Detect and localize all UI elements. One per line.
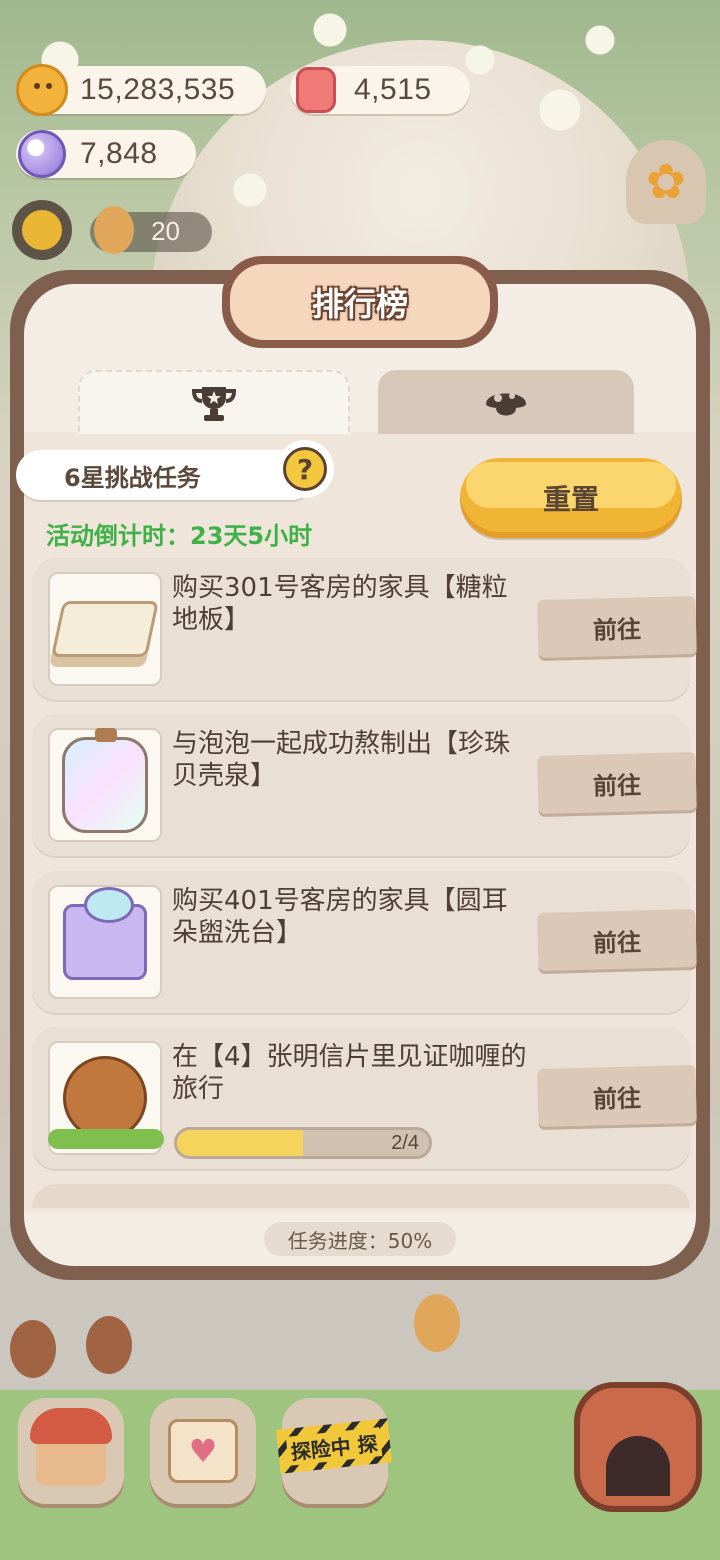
task-item: 在【4】张明信片里见证咖喱的旅行 2/4 前往 [32, 1027, 697, 1169]
task-item: 与泡泡一起成功熬制出【珍珠贝壳泉】 前往 [32, 714, 697, 856]
gear-icon[interactable]: ✿ [626, 140, 706, 224]
task-description: 购买301号客房的家具【糖粒地板】 [172, 573, 508, 635]
cookie-counter[interactable]: 20 [90, 206, 212, 254]
go-button-label: 前往 [592, 927, 642, 958]
gem-balance[interactable]: 4,515 [290, 66, 470, 114]
go-button[interactable]: 前往 [537, 908, 697, 972]
task-item: 购买301号客房的家具【糖粒地板】 前往 [32, 558, 697, 700]
curry-cookie-icon [48, 1041, 164, 1155]
go-button[interactable]: 前往 [537, 1064, 697, 1128]
task-item-partial [32, 1184, 690, 1208]
go-button-label: 前往 [592, 1083, 642, 1114]
panel-title-plate: 排行榜 [222, 256, 498, 348]
panel-title: 排行榜 [311, 285, 408, 323]
gingerbread-character [86, 1316, 132, 1374]
calendar-heart-icon: ♥ [168, 1419, 238, 1483]
overall-progress: 任务进度：50% [264, 1222, 456, 1256]
mushroom-house-icon [30, 1408, 112, 1486]
challenge-title: 6星挑战任务 [64, 463, 201, 492]
coin-amount: 15,283,535 [80, 73, 236, 106]
calendar-button[interactable]: ♥ [150, 1398, 256, 1504]
circus-tent-button[interactable] [574, 1382, 702, 1512]
pearl-shell-fountain-icon [48, 728, 162, 842]
question-icon: ? [283, 447, 327, 491]
mushroom-icon [486, 393, 526, 416]
challenge-label-box: 6星挑战任务 [16, 450, 316, 500]
tab-trophy[interactable] [78, 370, 350, 434]
gem-amount: 4,515 [354, 73, 432, 106]
reset-button[interactable]: 重置 [460, 458, 682, 538]
sun-icon[interactable] [12, 200, 72, 260]
go-button-label: 前往 [592, 614, 642, 645]
gingerbread-character [10, 1320, 56, 1378]
task-progress-fill [177, 1130, 303, 1156]
overall-progress-text: 任务进度：50% [287, 1228, 433, 1253]
circus-tent-icon [606, 1436, 670, 1496]
task-item: 购买401号客房的家具【圆耳朵盥洗台】 前往 [32, 871, 697, 1013]
tab-mushroom[interactable] [378, 370, 634, 434]
trophy-icon [191, 387, 237, 421]
cookie-counter-value: 20 [151, 216, 180, 246]
task-progress-bar: 2/4 [174, 1127, 432, 1159]
crystal-amount: 7,848 [80, 137, 158, 170]
washstand-icon [48, 885, 162, 999]
crystal-candy-icon [12, 124, 72, 184]
go-button-label: 前往 [592, 770, 642, 801]
event-countdown: 活动倒计时：23天5小时 [46, 522, 313, 550]
mushroom-house-button[interactable] [18, 1398, 124, 1504]
reset-button-label: 重置 [542, 483, 599, 516]
task-progress-text: 2/4 [391, 1132, 419, 1154]
task-description: 购买401号客房的家具【圆耳朵盥洗台】 [172, 886, 508, 948]
go-button[interactable]: 前往 [537, 751, 697, 815]
coin-balance[interactable]: 15,283,535 [16, 64, 266, 116]
sugar-floor-tile-icon [48, 572, 162, 686]
go-button[interactable]: 前往 [537, 595, 697, 659]
gingerbread-icon [94, 206, 134, 254]
task-description: 与泡泡一起成功熬制出【珍珠贝壳泉】 [172, 729, 511, 791]
help-button[interactable]: ? [276, 440, 334, 498]
cookie-coin-icon [12, 60, 72, 120]
gingerbread-character [414, 1294, 460, 1352]
jelly-gem-icon [286, 60, 346, 120]
exploring-label: 探险中 探 [285, 1426, 383, 1466]
task-description: 在【4】张明信片里见证咖喱的旅行 [172, 1042, 527, 1104]
crystal-balance[interactable]: 7,848 [16, 130, 196, 178]
